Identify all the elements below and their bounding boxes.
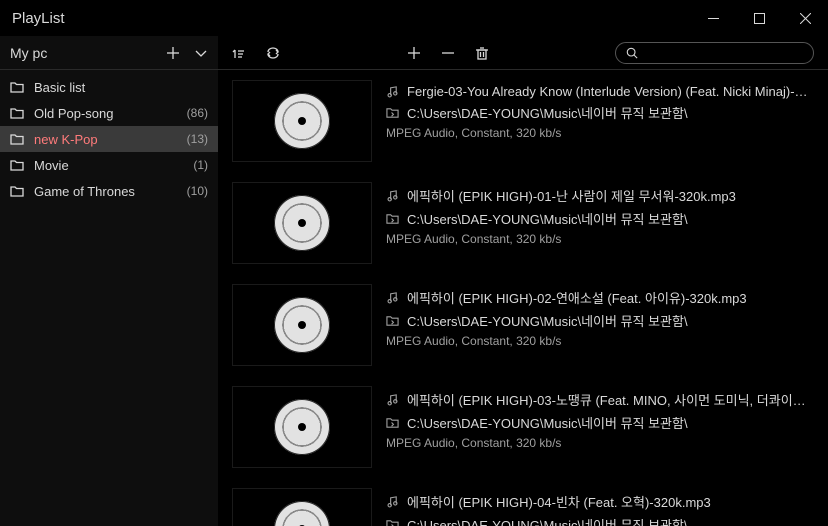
track-meta: 에픽하이 (EPIK HIGH)-04-빈차 (Feat. 오혁)-320k.m… <box>386 488 814 526</box>
sort-icon[interactable] <box>232 46 246 60</box>
remove-track-icon[interactable] <box>441 46 455 60</box>
music-note-icon <box>386 85 399 98</box>
disc-icon <box>274 501 330 526</box>
track-title: 에픽하이 (EPIK HIGH)-02-연애소설 (Feat. 아이유)-320… <box>407 288 747 307</box>
sidebar-item-label: new K-Pop <box>34 132 177 147</box>
minimize-button[interactable] <box>690 0 736 36</box>
folder-path-icon <box>386 416 399 429</box>
content-toolbar <box>218 36 828 70</box>
sidebar-item-count: (86) <box>187 106 208 120</box>
track-title: Fergie-03-You Already Know (Interlude Ve… <box>407 84 814 99</box>
track-path: C:\Users\DAE-YOUNG\Music\네이버 뮤직 보관함\ <box>407 311 688 330</box>
folder-path-icon <box>386 106 399 119</box>
folder-icon <box>10 158 24 172</box>
disc-icon <box>274 399 330 455</box>
music-note-icon <box>386 495 399 508</box>
album-art <box>232 182 372 264</box>
sidebar-item-label: Basic list <box>34 80 198 95</box>
search-input[interactable] <box>644 45 803 61</box>
track-list[interactable]: Fergie-03-You Already Know (Interlude Ve… <box>218 70 828 526</box>
add-playlist-icon[interactable] <box>166 46 180 60</box>
sidebar-item[interactable]: Old Pop-song (86) <box>0 100 218 126</box>
folder-icon <box>10 106 24 120</box>
sidebar-header: My pc <box>0 36 218 70</box>
track-title: 에픽하이 (EPIK HIGH)-03-노땡큐 (Feat. MINO, 사이먼… <box>407 390 814 409</box>
track-item[interactable]: 에픽하이 (EPIK HIGH)-02-연애소설 (Feat. 아이유)-320… <box>218 274 828 376</box>
folder-path-icon <box>386 314 399 327</box>
chevron-down-icon[interactable] <box>194 46 208 60</box>
search-icon <box>626 47 638 59</box>
album-art <box>232 386 372 468</box>
sidebar-item-count: (13) <box>187 132 208 146</box>
track-meta: 에픽하이 (EPIK HIGH)-01-난 사람이 제일 무서워-320k.mp… <box>386 182 814 264</box>
repeat-icon[interactable] <box>266 46 280 60</box>
content-pane: Fergie-03-You Already Know (Interlude Ve… <box>218 36 828 526</box>
track-path: C:\Users\DAE-YOUNG\Music\네이버 뮤직 보관함\ <box>407 515 688 526</box>
track-path: C:\Users\DAE-YOUNG\Music\네이버 뮤직 보관함\ <box>407 103 688 122</box>
sidebar-item[interactable]: new K-Pop (13) <box>0 126 218 152</box>
music-note-icon <box>386 393 399 406</box>
disc-icon <box>274 93 330 149</box>
titlebar: PlayList <box>0 0 828 36</box>
folder-path-icon <box>386 518 399 526</box>
search-box[interactable] <box>615 42 814 64</box>
sidebar: My pc Basic list Old Pop-song (86) new K-Po… <box>0 36 218 526</box>
folder-icon <box>10 132 24 146</box>
disc-icon <box>274 297 330 353</box>
music-note-icon <box>386 291 399 304</box>
track-item[interactable]: 에픽하이 (EPIK HIGH)-03-노땡큐 (Feat. MINO, 사이먼… <box>218 376 828 478</box>
track-meta: Fergie-03-You Already Know (Interlude Ve… <box>386 80 814 162</box>
close-button[interactable] <box>782 0 828 36</box>
track-title: 에픽하이 (EPIK HIGH)-01-난 사람이 제일 무서워-320k.mp… <box>407 186 736 205</box>
track-item[interactable]: 에픽하이 (EPIK HIGH)-04-빈차 (Feat. 오혁)-320k.m… <box>218 478 828 526</box>
album-art <box>232 80 372 162</box>
sidebar-item-label: Game of Thrones <box>34 184 177 199</box>
track-format: MPEG Audio, Constant, 320 kb/s <box>386 334 561 348</box>
playlist-window: PlayList My pc <box>0 0 828 526</box>
add-track-icon[interactable] <box>407 46 421 60</box>
folder-path-icon <box>386 212 399 225</box>
music-note-icon <box>386 189 399 202</box>
sidebar-item[interactable]: Movie (1) <box>0 152 218 178</box>
sidebar-item-count: (10) <box>187 184 208 198</box>
window-controls <box>690 0 828 36</box>
sidebar-item-label: Old Pop-song <box>34 106 177 121</box>
maximize-button[interactable] <box>736 0 782 36</box>
folder-icon <box>10 184 24 198</box>
disc-icon <box>274 195 330 251</box>
track-format: MPEG Audio, Constant, 320 kb/s <box>386 126 561 140</box>
sidebar-item-label: Movie <box>34 158 183 173</box>
sidebar-item[interactable]: Basic list <box>0 74 218 100</box>
window-title: PlayList <box>12 10 65 27</box>
track-path: C:\Users\DAE-YOUNG\Music\네이버 뮤직 보관함\ <box>407 209 688 228</box>
track-item[interactable]: 에픽하이 (EPIK HIGH)-01-난 사람이 제일 무서워-320k.mp… <box>218 172 828 274</box>
track-meta: 에픽하이 (EPIK HIGH)-03-노땡큐 (Feat. MINO, 사이먼… <box>386 386 814 468</box>
album-art <box>232 488 372 526</box>
sidebar-item-count: (1) <box>193 158 208 172</box>
track-item[interactable]: Fergie-03-You Already Know (Interlude Ve… <box>218 70 828 172</box>
delete-icon[interactable] <box>475 46 489 60</box>
folder-icon <box>10 80 24 94</box>
track-format: MPEG Audio, Constant, 320 kb/s <box>386 436 561 450</box>
track-path: C:\Users\DAE-YOUNG\Music\네이버 뮤직 보관함\ <box>407 413 688 432</box>
sidebar-title: My pc <box>10 45 47 61</box>
album-art <box>232 284 372 366</box>
track-title: 에픽하이 (EPIK HIGH)-04-빈차 (Feat. 오혁)-320k.m… <box>407 492 711 511</box>
track-format: MPEG Audio, Constant, 320 kb/s <box>386 232 561 246</box>
sidebar-item[interactable]: Game of Thrones (10) <box>0 178 218 204</box>
track-meta: 에픽하이 (EPIK HIGH)-02-연애소설 (Feat. 아이유)-320… <box>386 284 814 366</box>
sidebar-list: Basic list Old Pop-song (86) new K-Pop (13) M… <box>0 70 218 208</box>
